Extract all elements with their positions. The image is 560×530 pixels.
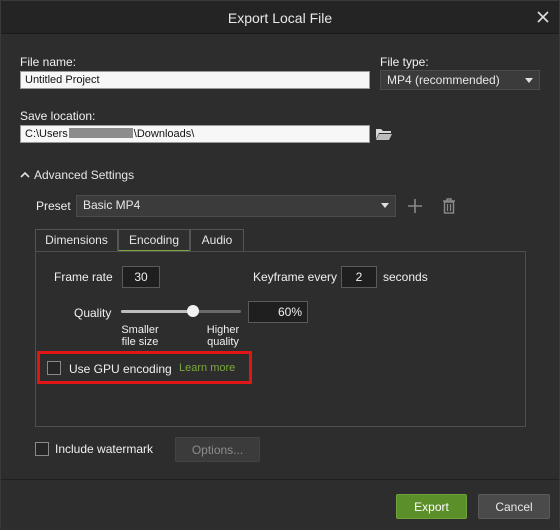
file-type-value: MP4 (recommended) [387, 73, 500, 87]
quality-slider-fill [121, 310, 193, 313]
close-icon[interactable] [535, 9, 551, 25]
preset-select[interactable]: Basic MP4 [76, 195, 396, 217]
quality-low-line1: Smaller [121, 324, 159, 336]
advanced-settings-label: Advanced Settings [34, 168, 135, 182]
trash-icon[interactable] [438, 196, 460, 216]
watermark-checkbox[interactable] [35, 442, 49, 456]
save-location-input[interactable]: C:\Users \Downloads\ [20, 125, 370, 143]
frame-rate-input[interactable]: 30 [122, 266, 160, 288]
save-location-prefix: C:\Users [25, 128, 68, 140]
folder-open-icon[interactable] [373, 124, 395, 144]
file-name-label: File name: [20, 55, 77, 69]
file-type-select[interactable]: MP4 (recommended) [380, 70, 540, 90]
watermark-label: Include watermark [55, 442, 154, 456]
quality-high-line1: Higher [206, 324, 240, 336]
file-name-input[interactable]: Untitled Project [20, 71, 370, 89]
cancel-button[interactable]: Cancel [478, 494, 550, 519]
highlight-box [37, 351, 252, 384]
tab-encoding[interactable]: Encoding [118, 229, 190, 252]
dialog-title: Export Local File [227, 10, 333, 26]
save-location-label: Save location: [20, 109, 96, 123]
quality-high-caption: Higher quality [204, 324, 242, 348]
quality-value-input[interactable]: 60% [248, 301, 308, 323]
tab-audio[interactable]: Audio [190, 229, 244, 252]
redacted-username [68, 128, 133, 138]
chevron-down-icon [381, 203, 389, 208]
quality-low-caption: Smaller file size [121, 324, 159, 348]
plus-icon[interactable] [404, 196, 426, 216]
quality-low-line2: file size [121, 336, 159, 348]
dialog-footer [1, 479, 559, 530]
chevron-up-icon [20, 171, 30, 178]
title-bar: Export Local File [1, 1, 559, 34]
tab-dimensions[interactable]: Dimensions [35, 229, 118, 252]
keyframe-input[interactable]: 2 [341, 266, 377, 288]
quality-high-line2: quality [207, 336, 239, 348]
quality-slider-thumb[interactable] [187, 305, 199, 317]
preset-label: Preset [36, 199, 71, 213]
export-button[interactable]: Export [396, 494, 467, 519]
file-type-label: File type: [380, 55, 429, 69]
save-location-suffix: \Downloads\ [133, 128, 195, 140]
keyframe-unit: seconds [383, 270, 428, 284]
chevron-down-icon [525, 78, 533, 83]
frame-rate-label: Frame rate [54, 270, 113, 284]
options-button[interactable]: Options... [175, 437, 260, 462]
quality-label: Quality [74, 306, 112, 320]
keyframe-label: Keyframe every [253, 270, 338, 284]
preset-value: Basic MP4 [83, 198, 141, 212]
export-dialog: Export Local File File name: Untitled Pr… [0, 0, 560, 530]
quality-slider[interactable] [121, 305, 241, 317]
